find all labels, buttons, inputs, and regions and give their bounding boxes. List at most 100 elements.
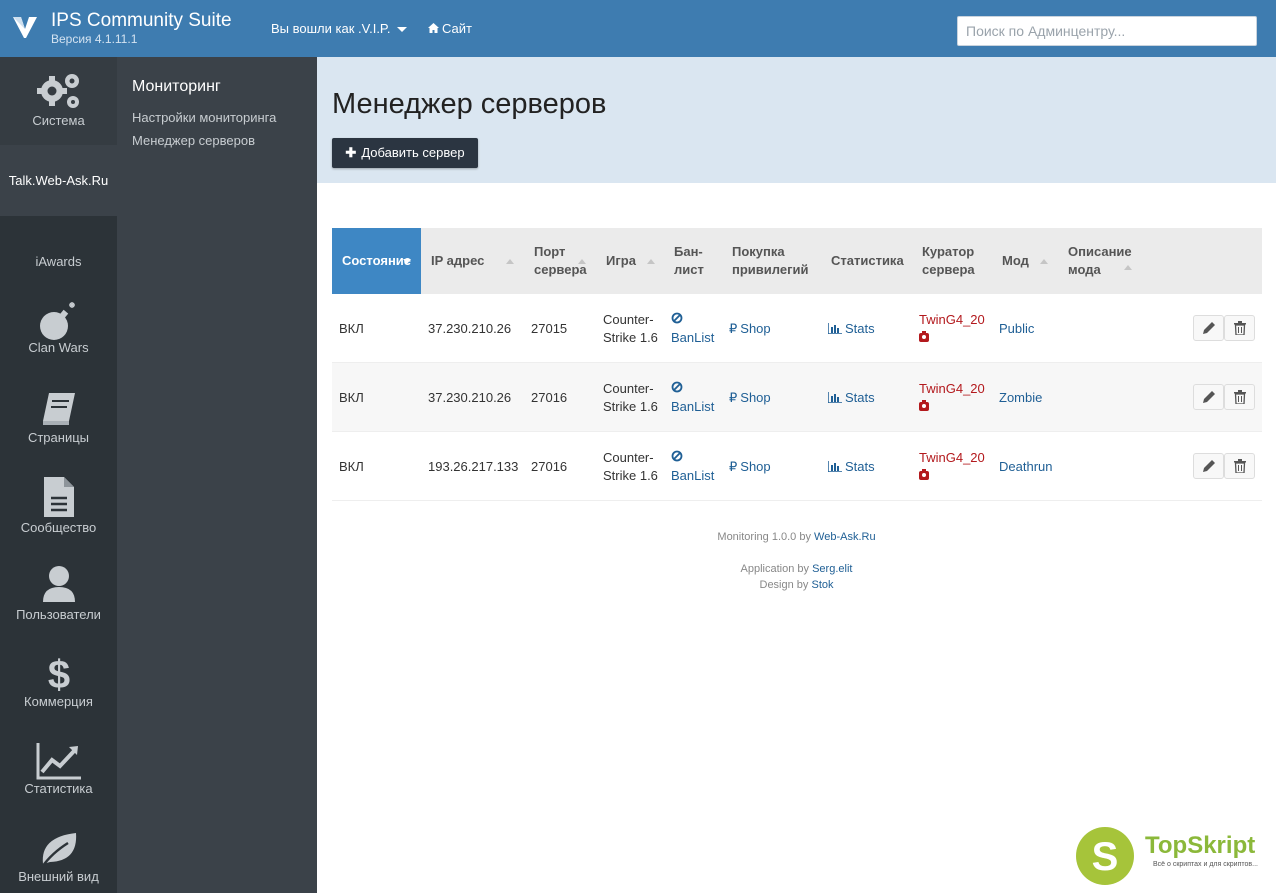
delete-button[interactable] xyxy=(1224,453,1255,479)
shop-link[interactable]: ₽ Shop xyxy=(729,432,771,501)
banlist-link[interactable]: BanList xyxy=(671,363,721,432)
nav-label: Система xyxy=(32,113,85,128)
nav-item-talk[interactable]: Talk.Web-Ask.Ru xyxy=(0,145,117,216)
edit-button[interactable] xyxy=(1193,453,1224,479)
nav-item-commerce[interactable]: $ Коммерция xyxy=(0,652,117,712)
site-link[interactable]: Сайт xyxy=(428,21,472,36)
edit-button[interactable] xyxy=(1193,384,1224,410)
shop-link[interactable]: ₽ Shop xyxy=(729,294,771,363)
user-menu-label: Вы вошли как .V.I.P. xyxy=(271,21,391,36)
curator-cell[interactable]: TwinG4_20 xyxy=(919,294,985,363)
nav-item-clan-wars[interactable]: Clan Wars xyxy=(0,300,117,360)
sort-arrow-icon xyxy=(1040,259,1048,264)
chart-icon xyxy=(36,743,81,780)
nav-label: Пользователи xyxy=(16,607,101,622)
mod-link[interactable]: Deathrun xyxy=(999,432,1052,501)
footer-design-link[interactable]: Stok xyxy=(811,579,833,591)
nav-item-appearance[interactable]: Внешний вид xyxy=(0,829,117,889)
ips-logo-icon[interactable] xyxy=(12,14,38,40)
bar-chart-icon xyxy=(828,461,842,472)
dollar-icon: $ xyxy=(47,653,69,694)
col-header-ip[interactable]: IP адрес xyxy=(421,228,524,294)
subnav-link-server-manager[interactable]: Менеджер серверов xyxy=(132,133,255,148)
nav-item-statistics[interactable]: Статистика xyxy=(0,741,117,801)
shop-label: Shop xyxy=(740,389,771,405)
sort-arrow-icon xyxy=(506,259,514,264)
curator-cell[interactable]: TwinG4_20 xyxy=(919,363,985,432)
ruble-icon: ₽ xyxy=(729,458,738,474)
stats-link[interactable]: Stats xyxy=(828,294,875,363)
delete-button[interactable] xyxy=(1224,384,1255,410)
col-header-status[interactable]: Состояние xyxy=(332,228,421,294)
col-header-statistics[interactable]: Статистика xyxy=(821,228,911,294)
ban-icon xyxy=(671,381,683,392)
table-header: Состояние IP адрес Порт сервера Игра Бан… xyxy=(332,228,1262,294)
nav-label: Коммерция xyxy=(24,694,93,709)
banlist-link[interactable]: BanList xyxy=(671,432,721,501)
search-input[interactable] xyxy=(957,16,1257,46)
banlist-link[interactable]: BanList xyxy=(671,294,721,363)
bomb-icon xyxy=(39,302,75,340)
subnav-link-monitoring-settings[interactable]: Настройки мониторинга xyxy=(132,110,276,125)
sort-arrow-icon xyxy=(1124,265,1132,270)
col-header-privileges[interactable]: Покупка привилегий xyxy=(722,228,822,294)
nav-item-system[interactable]: Система xyxy=(0,57,117,145)
stats-link[interactable]: Stats xyxy=(828,432,875,501)
trash-icon xyxy=(1233,390,1246,404)
add-server-button[interactable]: ✚ Добавить сервер xyxy=(332,138,478,168)
brand-title: IPS Community Suite xyxy=(51,10,232,31)
col-header-game[interactable]: Игра xyxy=(596,228,664,294)
nav-label: Talk.Web-Ask.Ru xyxy=(8,173,109,188)
stats-label: Stats xyxy=(845,458,875,474)
col-header-label: Мод xyxy=(1002,253,1029,268)
mod-link[interactable]: Zombie xyxy=(999,363,1042,432)
user-menu[interactable]: Вы вошли как .V.I.P. xyxy=(271,21,407,36)
brand: IPS Community Suite Версия 4.1.11.1 xyxy=(51,10,232,46)
footer-app-link[interactable]: Serg.elit xyxy=(812,563,852,575)
banlist-label: BanList xyxy=(671,467,715,483)
book-icon xyxy=(42,393,75,425)
edit-button[interactable] xyxy=(1193,315,1224,341)
footer-design: Design by Stok xyxy=(317,579,1276,591)
delete-button[interactable] xyxy=(1224,315,1255,341)
shop-label: Shop xyxy=(740,320,771,336)
nav-item-community[interactable]: Сообщество xyxy=(0,476,117,538)
col-header-curator[interactable]: Куратор сервера xyxy=(912,228,992,294)
mod-link[interactable]: Public xyxy=(999,294,1034,363)
col-header-label: Бан-лист xyxy=(674,244,704,277)
top-header: IPS Community Suite Версия 4.1.11.1 Вы в… xyxy=(0,0,1276,57)
ip-cell: 193.26.217.133 xyxy=(428,458,519,474)
banlist-label: BanList xyxy=(671,398,715,414)
col-header-port[interactable]: Порт сервера xyxy=(524,228,596,294)
nav-item-pages[interactable]: Страницы xyxy=(0,390,117,450)
col-header-label: Куратор сервера xyxy=(922,244,975,277)
curator-name: TwinG4_20 xyxy=(919,311,985,327)
add-server-label: Добавить сервер xyxy=(361,145,465,160)
nav-item-users[interactable]: Пользователи xyxy=(0,565,117,625)
nav-label: Внешний вид xyxy=(18,869,99,884)
mod-label: Deathrun xyxy=(999,458,1053,474)
footer-design-prefix: Design by xyxy=(759,579,809,591)
ruble-icon: ₽ xyxy=(729,320,738,336)
sub-nav: Мониторинг Настройки мониторинга Менедже… xyxy=(117,57,317,893)
nav-label: iAwards xyxy=(35,254,82,269)
col-header-mod[interactable]: Мод xyxy=(992,228,1058,294)
table-row: ВКЛ 37.230.210.26 27015 Counter-Strike 1… xyxy=(332,294,1262,363)
plus-icon: ✚ xyxy=(345,145,357,160)
footer-monitoring-link[interactable]: Web-Ask.Ru xyxy=(814,531,876,543)
col-header-label: IP адрес xyxy=(431,253,485,268)
footer-monitoring-prefix: Monitoring 1.0.0 by xyxy=(717,531,811,543)
curator-cell[interactable]: TwinG4_20 xyxy=(919,432,985,501)
nav-item-iawards[interactable]: iAwards xyxy=(0,254,117,276)
col-header-mod-description[interactable]: Описание мода xyxy=(1058,228,1148,294)
gears-icon xyxy=(36,74,79,108)
footer-application: Application by Serg.elit xyxy=(317,563,1276,575)
topskript-tagline: Всё о скриптах и для скриптов... xyxy=(1153,861,1258,868)
status-cell: ВКЛ xyxy=(339,320,364,336)
port-cell: 27016 xyxy=(531,458,568,474)
pencil-icon xyxy=(1202,391,1215,403)
shop-link[interactable]: ₽ Shop xyxy=(729,363,771,432)
stats-link[interactable]: Stats xyxy=(828,363,875,432)
game-cell: Counter-Strike 1.6 xyxy=(603,311,658,345)
footer-monitoring: Monitoring 1.0.0 by Web-Ask.Ru xyxy=(317,531,1276,543)
